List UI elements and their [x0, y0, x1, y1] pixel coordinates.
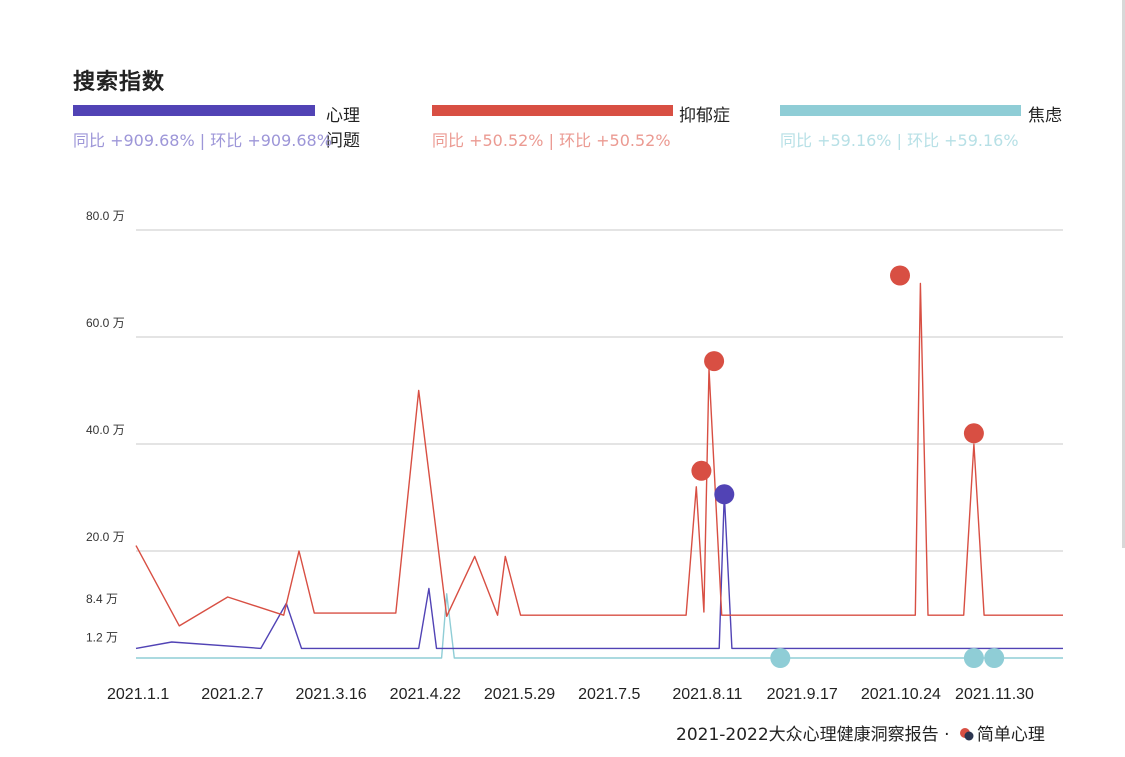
y-tick-label: 40.0 万 — [86, 423, 125, 437]
data-point-marker — [714, 484, 735, 505]
footer: 2021-2022大众心理健康洞察报告 · 简单心理 — [676, 720, 1045, 745]
x-tick-label: 2021.8.11 — [672, 686, 742, 703]
x-tick-label: 2021.5.29 — [484, 686, 555, 703]
x-tick-label: 2021.3.16 — [295, 686, 366, 703]
data-point-marker — [984, 648, 1005, 668]
x-tick-label: 2021.11.30 — [955, 686, 1034, 703]
plot-area: 80.0 万 60.0 万 40.0 万 20.0 万 8.4 万 1.2 万 2021.1… — [86, 209, 1063, 703]
data-point-marker — [704, 351, 725, 372]
series-line-0 — [135, 493, 1063, 650]
footer-report-title: 2021-2022大众心理健康洞察报告 · — [676, 725, 955, 745]
data-point-marker — [691, 460, 712, 481]
x-tick-label: 2021.4.22 — [390, 686, 461, 703]
x-tick-label: 2021.1.1 — [107, 686, 169, 703]
y-tick-label: 8.4 万 — [86, 592, 118, 606]
y-tick-label: 80.0 万 — [86, 209, 125, 223]
y-tick-label: 1.2 万 — [86, 631, 118, 645]
x-tick-label: 2021.10.24 — [861, 686, 941, 703]
y-tick-label: 60.0 万 — [86, 316, 125, 330]
x-tick-label: 2021.7.5 — [578, 686, 640, 703]
data-point-marker — [963, 423, 984, 444]
x-tick-label: 2021.2.7 — [201, 686, 263, 703]
data-point-marker — [963, 648, 984, 668]
x-tick-label: 2021.9.17 — [767, 686, 838, 703]
data-point-marker — [890, 265, 910, 286]
data-point-marker — [770, 648, 791, 668]
y-tick-label: 20.0 万 — [86, 530, 125, 544]
series-line-1 — [135, 282, 1063, 627]
brand-logo-icon — [959, 728, 974, 741]
footer-brand: 简单心理 — [976, 725, 1045, 745]
